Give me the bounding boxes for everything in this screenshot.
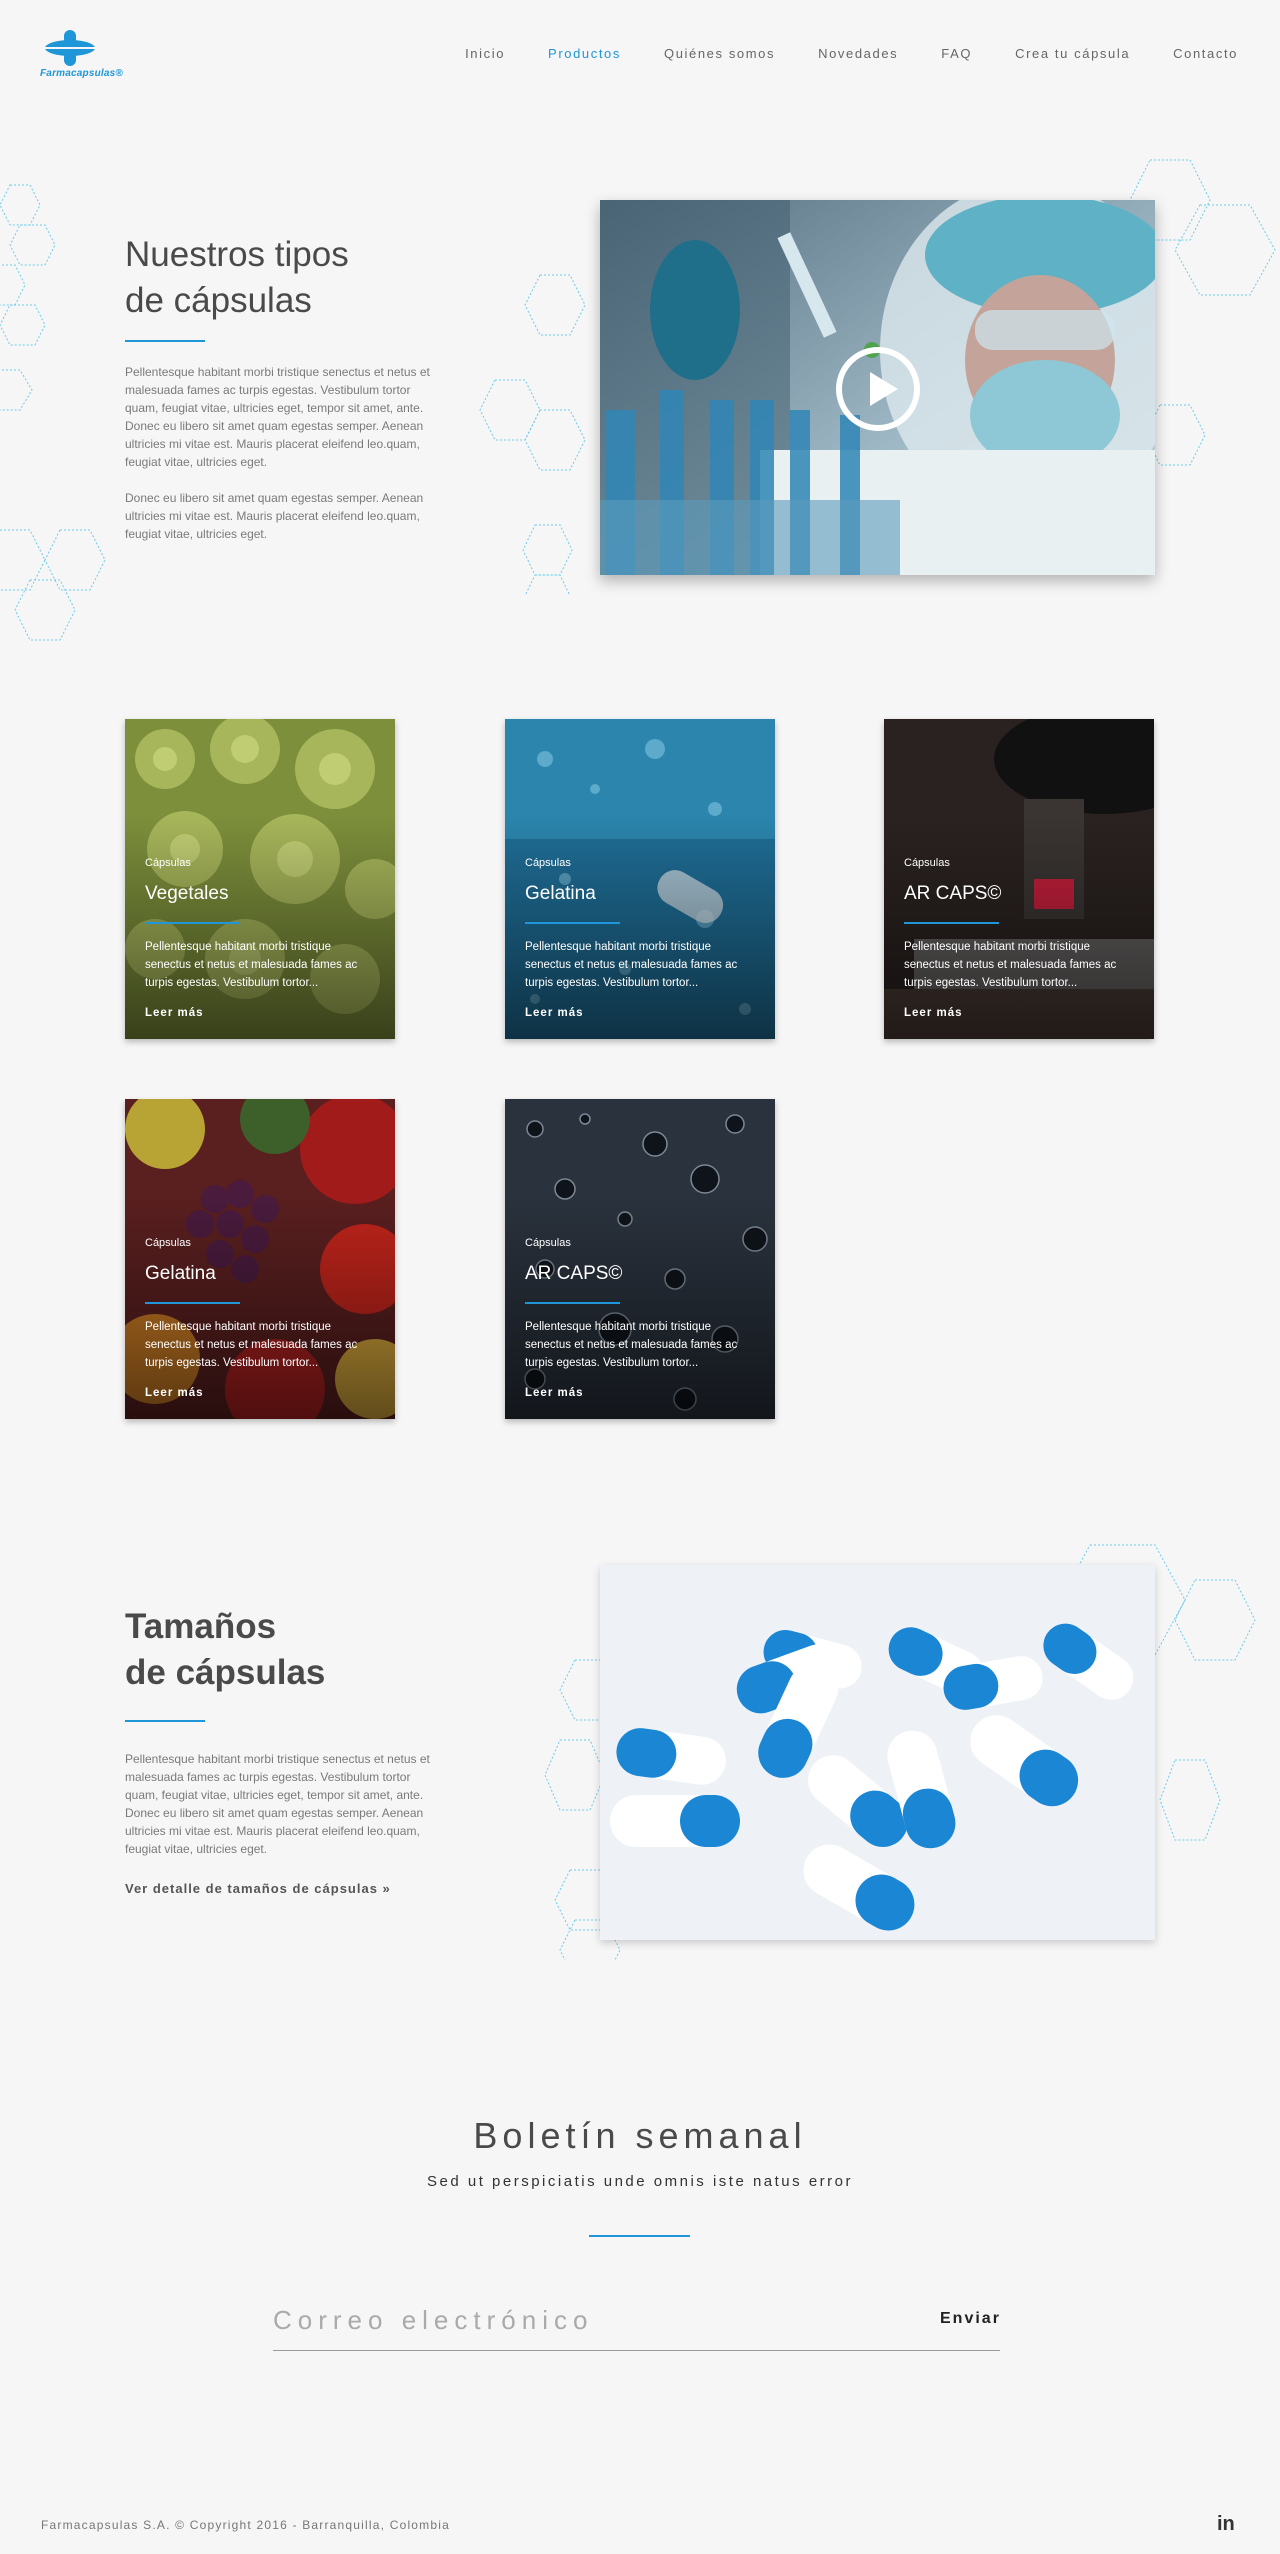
blue-white-capsules-image bbox=[600, 1565, 1155, 1940]
sizes-detail-link[interactable]: Ver detalle de tamaños de cápsulas » bbox=[125, 1881, 391, 1896]
card-category: Cápsulas bbox=[904, 857, 950, 869]
card-title: Gelatina bbox=[145, 1263, 216, 1284]
nav-quienes-somos[interactable]: Quiénes somos bbox=[664, 46, 775, 61]
nav-faq[interactable]: FAQ bbox=[941, 46, 972, 61]
logo-capsule-icon bbox=[44, 30, 96, 66]
newsletter-title: Boletín semanal bbox=[473, 2115, 807, 2156]
card-category: Cápsulas bbox=[525, 1237, 571, 1249]
card-gelatina-2[interactable]: Cápsulas Gelatina Pellentesque habitant … bbox=[125, 1099, 395, 1419]
hexagon-pattern-left bbox=[0, 184, 106, 641]
sizes-title: Tamaños de cápsulas bbox=[125, 1604, 445, 1696]
card-read-more-link[interactable]: Leer más bbox=[145, 1007, 204, 1019]
card-ar-caps-2[interactable]: Cápsulas AR CAPS© Pellentesque habitant … bbox=[505, 1099, 775, 1419]
card-gelatina[interactable]: Cápsulas Gelatina Pellentesque habitant … bbox=[505, 719, 775, 1039]
send-button[interactable]: Enviar bbox=[940, 2310, 1001, 2328]
site-header: Farmacapsulas® Inicio Productos Quiénes … bbox=[0, 0, 1280, 110]
nav-productos[interactable]: Productos bbox=[548, 46, 621, 61]
card-text: Pellentesque habitant morbi tristique se… bbox=[525, 1321, 738, 1369]
card-read-more-link[interactable]: Leer más bbox=[525, 1387, 584, 1399]
footer-copyright: Farmacapsulas S.A. © Copyright 2016 - Ba… bbox=[41, 2518, 450, 2532]
main-nav: Inicio Productos Quiénes somos Novedades… bbox=[465, 46, 1238, 61]
card-title: AR CAPS© bbox=[525, 1263, 623, 1284]
logo[interactable]: Farmacapsulas® bbox=[40, 30, 130, 82]
card-text: Pellentesque habitant morbi tristique se… bbox=[525, 941, 738, 989]
card-text: Pellentesque habitant morbi tristique se… bbox=[145, 941, 358, 989]
card-text: Pellentesque habitant morbi tristique se… bbox=[145, 1321, 358, 1369]
card-category: Cápsulas bbox=[145, 1237, 191, 1249]
card-vegetales[interactable]: Cápsulas Vegetales Pellentesque habitant… bbox=[125, 719, 395, 1039]
play-icon[interactable] bbox=[836, 347, 920, 431]
card-title: Gelatina bbox=[525, 883, 596, 904]
card-category: Cápsulas bbox=[145, 857, 191, 869]
card-read-more-link[interactable]: Leer más bbox=[145, 1387, 204, 1399]
card-title: Vegetales bbox=[145, 883, 229, 904]
newsletter-underline bbox=[589, 2235, 690, 2237]
nav-novedades[interactable]: Novedades bbox=[818, 46, 898, 61]
card-underline bbox=[525, 922, 620, 924]
card-underline bbox=[145, 922, 240, 924]
sizes-title-line-1: Tamaños bbox=[125, 1607, 277, 1646]
logo-text: Farmacapsulas® bbox=[40, 68, 123, 79]
capsules-image bbox=[600, 1565, 1155, 1940]
card-category: Cápsulas bbox=[525, 857, 571, 869]
types-title: Nuestros tipos de cápsulas bbox=[125, 232, 445, 324]
newsletter-subtitle: Sed ut perspiciatis unde omnis iste natu… bbox=[427, 2173, 853, 2190]
card-ar-caps[interactable]: Cápsulas AR CAPS© Pellentesque habitant … bbox=[884, 719, 1154, 1039]
sizes-title-line-2: de cápsulas bbox=[125, 1653, 326, 1692]
types-title-underline bbox=[125, 340, 205, 342]
linkedin-icon[interactable]: in bbox=[1217, 2513, 1235, 2536]
sizes-title-underline bbox=[125, 1720, 205, 1722]
sizes-paragraph: Pellentesque habitant morbi tristique se… bbox=[125, 1752, 430, 1856]
types-paragraph-1: Pellentesque habitant morbi tristique se… bbox=[125, 365, 430, 469]
card-underline bbox=[525, 1302, 620, 1304]
card-read-more-link[interactable]: Leer más bbox=[525, 1007, 584, 1019]
card-underline bbox=[904, 922, 999, 924]
email-input-underline bbox=[273, 2350, 1000, 2351]
card-underline bbox=[145, 1302, 240, 1304]
email-input[interactable] bbox=[273, 2300, 893, 2340]
nav-crea-tu-capsula[interactable]: Crea tu cápsula bbox=[1015, 46, 1130, 61]
card-title: AR CAPS© bbox=[904, 883, 1002, 904]
nav-inicio[interactable]: Inicio bbox=[465, 46, 505, 61]
types-title-line-2: de cápsulas bbox=[125, 281, 312, 320]
types-title-line-1: Nuestros tipos bbox=[125, 235, 349, 274]
card-read-more-link[interactable]: Leer más bbox=[904, 1007, 963, 1019]
types-paragraph-2: Donec eu libero sit amet quam egestas se… bbox=[125, 491, 424, 541]
nav-contacto[interactable]: Contacto bbox=[1173, 46, 1238, 61]
card-text: Pellentesque habitant morbi tristique se… bbox=[904, 941, 1117, 989]
